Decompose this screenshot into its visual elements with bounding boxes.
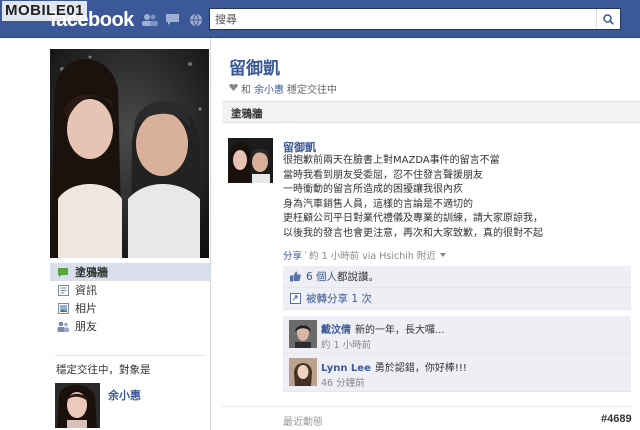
comment-line: Lynn Lee 勇於認錯，你好棒!!!	[321, 359, 467, 374]
comment-timestamp[interactable]: 46 分鐘前	[321, 375, 365, 389]
sidebar-item-info[interactable]: 資訊	[50, 281, 210, 299]
post-timestamp[interactable]: 約 1 小時前 via Hsichih 附近	[309, 248, 436, 262]
post-meta: 分享 · 約 1 小時前 via Hsichih 附近	[283, 248, 446, 262]
likes-suffix: 都說讚。	[337, 271, 380, 283]
relationship-label: 穩定交往中，對象是	[56, 364, 151, 376]
notifications-globe-icon[interactable]	[187, 12, 204, 27]
sidebar-item-photos[interactable]: 相片	[50, 299, 210, 317]
friends-icon	[57, 320, 69, 332]
relationship-status: 和余小惠 穩定交往中	[229, 81, 337, 96]
likes-count-link[interactable]: 6 個人	[306, 269, 337, 284]
comment-avatar[interactable]	[289, 320, 317, 348]
shares-count[interactable]: 1 次	[351, 291, 372, 306]
friend-requests-icon[interactable]	[141, 12, 158, 27]
shares-link[interactable]: 被轉分享	[306, 291, 348, 306]
comment-author[interactable]: Lynn Lee	[321, 363, 371, 374]
divider	[55, 355, 205, 356]
post-line: 身為汽車銷售人員，這樣的言論是不適切的	[283, 198, 473, 210]
post-line: 以後我的發言也會更注意，再次和大家致歉，真的很對不起	[283, 227, 543, 239]
search-box	[209, 8, 621, 30]
post-line: 更枉顧公司平日對業代禮儀及專業的訓練，請大家原諒我，	[283, 213, 543, 225]
mobile01-watermark: MOBILE01	[2, 1, 88, 21]
sidebar-item-wall[interactable]: 塗鴉牆	[50, 263, 210, 281]
heart-icon	[229, 83, 238, 94]
relationship-suffix: 穩定交往中	[287, 85, 337, 96]
watermark-text: MOBILE01	[5, 2, 85, 19]
search-icon[interactable]	[596, 9, 620, 29]
messages-icon[interactable]	[164, 12, 181, 27]
wall-tab-header: 塗鴉牆	[222, 101, 640, 123]
main-column: 留御凱 和余小惠 穩定交往中 塗鴉牆 留御凱 很抱歉前兩天在臉書上對MAZDA事件…	[210, 38, 640, 430]
comment-timestamp[interactable]: 約 1 小時前	[321, 337, 371, 351]
share-link[interactable]: 分享	[283, 248, 302, 262]
likes-row: 6 個人 都說讚。	[283, 266, 631, 288]
like-thumb-icon	[289, 271, 301, 283]
comment-text: 勇於認錯，你好棒!!!	[374, 363, 467, 374]
relationship-partner-link[interactable]: 余小惠	[254, 81, 284, 96]
post-line: 當時我看到朋友受委屈，忍不住發言聲援朋友	[283, 169, 483, 181]
meta-separator: ·	[304, 248, 308, 259]
chevron-down-icon[interactable]	[439, 253, 446, 257]
wall-icon	[57, 266, 69, 278]
image-tag: #4689	[599, 413, 634, 425]
profile-photo[interactable]	[50, 49, 209, 258]
info-icon	[57, 284, 69, 296]
search-input[interactable]	[210, 9, 596, 29]
post-line: 一時衝動的留言所造成的困擾讓我很內疚	[283, 184, 463, 196]
sidebar-item-label: 塗鴉牆	[75, 266, 108, 279]
share-icon	[289, 293, 301, 305]
feedback-box: 6 個人 都說讚。 被轉分享 1 次 戴汶倩 新的一年，長大囉... 約 1 小時前…	[283, 266, 631, 392]
top-bar: facebook	[0, 0, 640, 38]
post-author-avatar[interactable]	[228, 138, 273, 183]
sidebar-item-label: 朋友	[75, 320, 97, 333]
comment-line: 戴汶倩 新的一年，長大囉...	[321, 321, 445, 336]
shares-row: 被轉分享 1 次	[283, 288, 631, 310]
page-title: 留御凱	[229, 59, 280, 79]
comment-author[interactable]: 戴汶倩	[321, 325, 351, 336]
sidebar-item-label: 資訊	[75, 284, 97, 297]
left-nav: 塗鴉牆 資訊 相片 朋友	[50, 263, 210, 335]
photos-icon	[57, 302, 69, 314]
notification-icons	[141, 12, 204, 27]
post-author-name[interactable]: 留御凱	[283, 139, 316, 155]
sidebar-item-label: 相片	[75, 302, 97, 315]
partner-avatar[interactable]	[55, 383, 100, 428]
post-body: 很抱歉前兩天在臉書上對MAZDA事件的留言不當 當時我看到朋友受委屈，忍不住發言…	[283, 154, 633, 242]
comment-avatar[interactable]	[289, 358, 317, 386]
comment-text: 新的一年，長大囉...	[355, 325, 445, 336]
recent-activity-label: 最近動態	[283, 417, 323, 428]
post-line: 很抱歉前兩天在臉書上對MAZDA事件的留言不當	[283, 155, 500, 166]
sidebar-item-friends[interactable]: 朋友	[50, 317, 210, 335]
comment-item: Lynn Lee 勇於認錯，你好棒!!! 46 分鐘前	[283, 354, 631, 392]
comment-item: 戴汶倩 新的一年，長大囉... 約 1 小時前	[283, 316, 631, 354]
partner-name-link[interactable]: 余小惠	[108, 387, 141, 403]
relationship-prefix: 和	[241, 85, 251, 96]
left-column: 塗鴉牆 資訊 相片 朋友 穩定交往中，對象是 余小惠	[0, 38, 210, 430]
divider	[222, 406, 632, 407]
